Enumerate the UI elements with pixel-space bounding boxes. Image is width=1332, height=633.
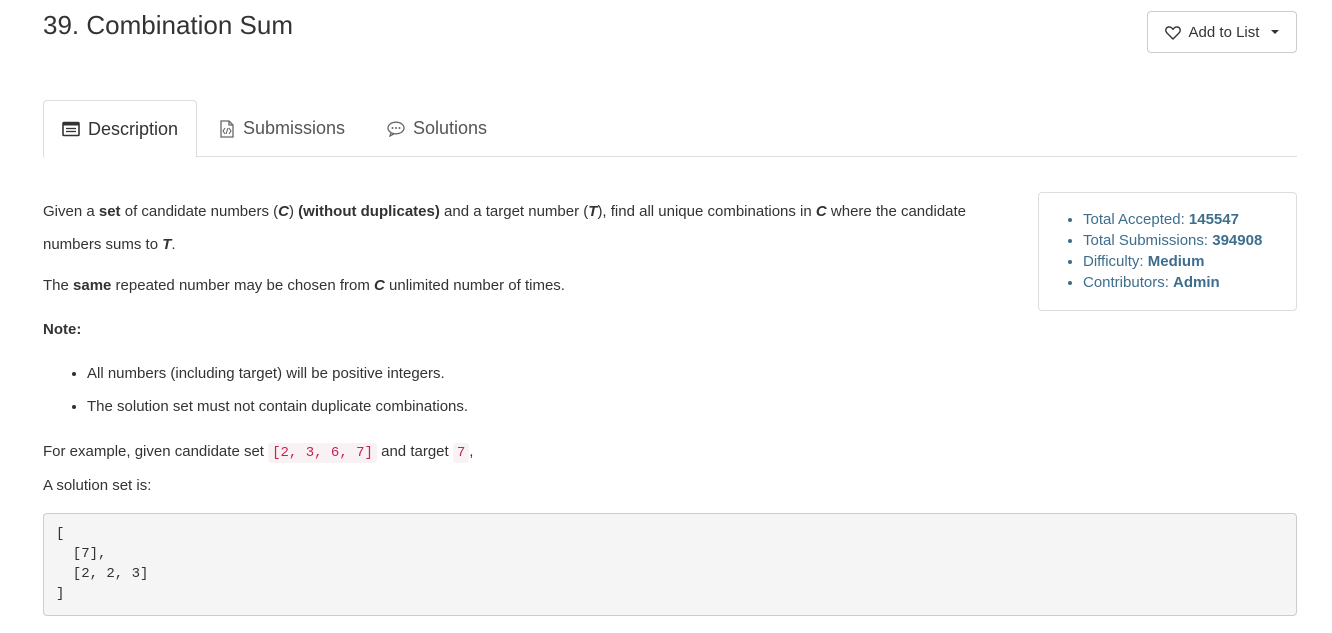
text: The [43, 277, 74, 294]
tab-solutions-label: Solutions [413, 118, 488, 138]
stat-total-submissions: Total Submissions: 394908 [1083, 230, 1296, 251]
add-to-list-button[interactable]: Add to List [1147, 11, 1297, 53]
stat-value: Medium [1147, 253, 1205, 270]
tab-bar: Description Submissions Solutions [43, 100, 1297, 158]
inline-code: 7 [452, 443, 470, 463]
code-file-icon [219, 119, 235, 138]
list-item: All numbers (including target) will be p… [87, 357, 468, 390]
stat-difficulty: Difficulty: Medium [1083, 251, 1296, 272]
example-paragraph: For example, given candidate set [2, 3, … [43, 435, 473, 470]
tab-solutions[interactable]: Solutions [369, 100, 505, 157]
stats-panel: Total Accepted: 145547 Total Submissions… [1038, 192, 1297, 311]
bold-text: same [73, 277, 112, 294]
page-title: 39. Combination Sum [43, 10, 294, 40]
stat-label: Total Submissions: [1083, 232, 1213, 249]
emphasis-text: C [374, 277, 385, 294]
stat-contributors: Contributors: Admin [1083, 272, 1296, 293]
stat-label: Contributors: [1083, 274, 1174, 291]
stat-label: Difficulty: [1083, 253, 1148, 270]
problem-page: 39. Combination Sum Add to List Descript… [0, 0, 1332, 633]
text: unlimited number of times. [384, 277, 565, 294]
text: ), find all unique combinations in [597, 203, 816, 220]
bold-text: (without duplicates) [298, 203, 440, 220]
tab-submissions-label: Submissions [243, 118, 346, 138]
tab-description-label: Description [88, 118, 179, 139]
text: , [469, 443, 474, 460]
chat-bubble-icon [387, 121, 405, 137]
text: and a target number ( [439, 203, 589, 220]
notes-list: All numbers (including target) will be p… [43, 357, 468, 423]
emphasis-text: C [815, 203, 827, 220]
text: Given a [43, 203, 99, 220]
inline-code: [2, 3, 6, 7] [268, 443, 377, 463]
stat-value: 145547 [1188, 211, 1239, 228]
text: ) [289, 203, 299, 220]
solution-code-block: [ [7], [2, 2, 3] ] [43, 513, 1297, 616]
heart-icon [1164, 25, 1181, 40]
emphasis-text: C [278, 203, 289, 220]
text: For example, given candidate set [43, 443, 269, 460]
stat-label: Total Accepted: [1083, 211, 1189, 228]
text: of candidate numbers ( [120, 203, 279, 220]
add-to-list-label: Add to List [1188, 23, 1260, 41]
description-paragraph: Given a set of candidate numbers (C) (wi… [43, 195, 983, 261]
list-icon [62, 121, 80, 137]
description-paragraph: The same repeated number may be chosen f… [43, 269, 565, 302]
chevron-down-icon [1271, 30, 1280, 34]
emphasis-text: T [162, 236, 172, 253]
text: repeated number may be chosen from [111, 277, 375, 294]
tab-description[interactable]: Description [43, 100, 197, 158]
stat-value: 394908 [1212, 232, 1263, 249]
text: and target [376, 443, 453, 460]
stat-total-accepted: Total Accepted: 145547 [1083, 209, 1296, 230]
tab-submissions[interactable]: Submissions [201, 100, 363, 157]
solution-label: A solution set is: [43, 477, 152, 494]
text: . [171, 236, 176, 253]
contributors-link[interactable]: Admin [1173, 274, 1220, 291]
bold-text: set [98, 203, 121, 220]
list-item: The solution set must not contain duplic… [87, 390, 468, 423]
note-label: Note: [43, 321, 82, 338]
